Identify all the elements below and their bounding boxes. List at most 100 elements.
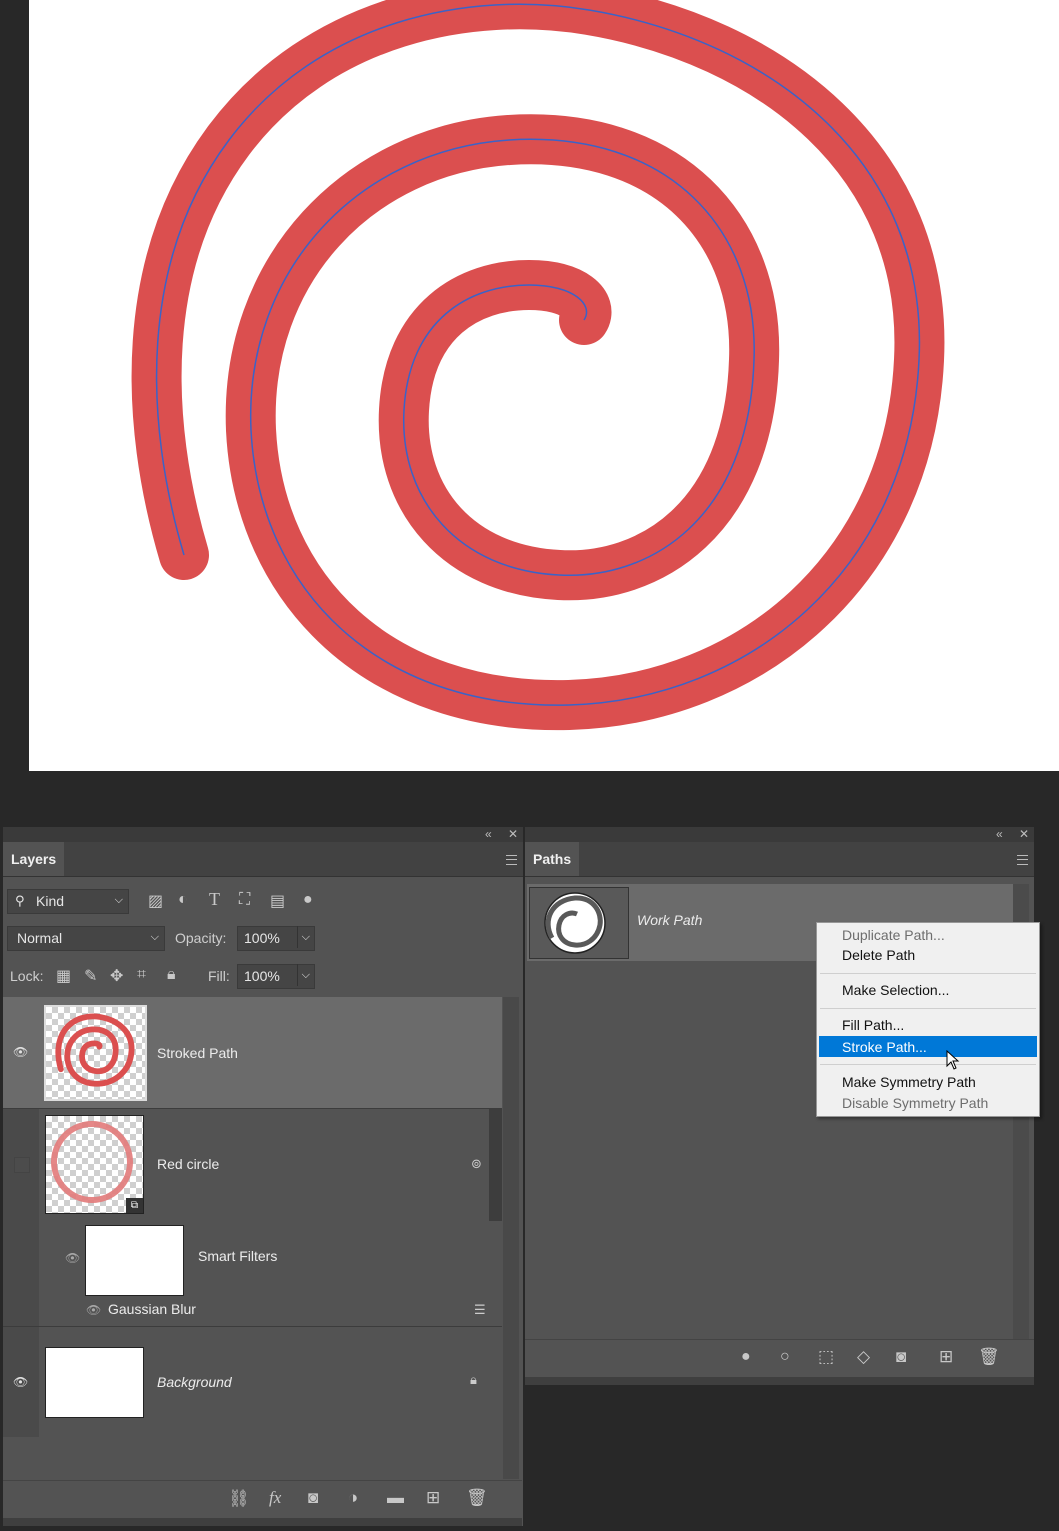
- opacity-field[interactable]: 100% ⌵: [237, 926, 315, 951]
- kind-filter-dropdown[interactable]: ⚲ Kind ⌵: [7, 889, 129, 914]
- path-name: Work Path: [637, 912, 703, 928]
- lock-all-icon[interactable]: 🔒︎: [167, 966, 176, 984]
- stroke-path-icon[interactable]: ○: [780, 1348, 790, 1366]
- layer-background[interactable]: 👁︎ Background 🔒︎: [3, 1326, 502, 1438]
- layer-thumbnail: [45, 1347, 144, 1418]
- new-layer-icon[interactable]: ⊞: [426, 1488, 440, 1508]
- image-filter-icon[interactable]: ▨: [148, 891, 163, 911]
- layers-bottom-toolbar: ⛓︎ fx ◙ ◑ ▬ ⊞ 🗑︎: [3, 1480, 522, 1519]
- collapse-icon[interactable]: «: [996, 828, 1003, 841]
- layers-resize-grip[interactable]: [3, 1518, 522, 1526]
- tab-layers[interactable]: Layers: [3, 842, 65, 876]
- layers-scrollbar[interactable]: [489, 997, 519, 1479]
- menu-item-stroke-path[interactable]: Stroke Path...: [842, 1039, 927, 1055]
- link-layers-icon[interactable]: ⛓︎: [228, 1489, 250, 1509]
- smart-filter-mask-thumbnail: [85, 1225, 184, 1296]
- make-work-path-icon[interactable]: ◇: [857, 1347, 870, 1367]
- lock-image-brush-icon[interactable]: ✎: [84, 966, 97, 986]
- fx-layer-style-icon[interactable]: fx: [269, 1488, 281, 1508]
- mouse-pointer-icon: [946, 1050, 960, 1070]
- lock-position-move-icon[interactable]: ✥: [110, 966, 123, 986]
- blend-mode-dropdown[interactable]: Normal ⌵: [7, 926, 165, 951]
- add-mask-icon[interactable]: ◙: [308, 1488, 318, 1508]
- tab-paths[interactable]: Paths: [525, 842, 580, 876]
- blend-mode-value: Normal: [17, 930, 63, 946]
- path-thumbnail: [529, 887, 629, 959]
- menu-item-disable-symmetry-path[interactable]: Disable Symmetry Path: [842, 1095, 988, 1111]
- kind-label: Kind: [36, 893, 65, 909]
- layer-thumbnail: ⧉: [45, 1115, 144, 1214]
- delete-layer-trash-icon[interactable]: 🗑︎: [466, 1488, 488, 1508]
- menu-item-duplicate-path[interactable]: Duplicate Path...: [842, 927, 945, 943]
- fill-path-icon[interactable]: ●: [741, 1348, 751, 1366]
- document-canvas[interactable]: [29, 0, 1059, 771]
- layer-name: Stroked Path: [157, 1045, 238, 1061]
- lock-icon[interactable]: 🔒︎: [470, 1372, 477, 1388]
- visibility-toggle-empty[interactable]: [14, 1157, 30, 1173]
- chevron-down-icon: ⌵: [150, 931, 159, 943]
- smart-filters-row[interactable]: 👁︎ Smart Filters: [3, 1222, 502, 1296]
- type-filter-icon[interactable]: T: [209, 889, 220, 910]
- stroked-spiral: [131, 0, 945, 731]
- load-path-as-selection-icon[interactable]: ⬚: [818, 1347, 834, 1367]
- menu-separator: [820, 1064, 1036, 1065]
- thumbnail-work-path-spiral: [544, 892, 606, 954]
- smart-object-badge-icon: ⧉: [126, 1198, 143, 1213]
- menu-item-fill-path[interactable]: Fill Path...: [842, 1017, 904, 1033]
- layer-name: Background: [157, 1374, 232, 1390]
- paths-panel-titlebar: « ✕: [525, 827, 1034, 842]
- panel-menu-icon[interactable]: [506, 855, 517, 865]
- fill-value: 100%: [244, 968, 280, 984]
- eye-visibility-icon[interactable]: 👁︎: [13, 1375, 28, 1389]
- chevron-down-icon[interactable]: ⌵: [296, 964, 310, 986]
- menu-item-delete-path[interactable]: Delete Path: [842, 947, 915, 963]
- layer-red-circle[interactable]: ⧉ Red circle ⊚ ⌃: [3, 1109, 502, 1221]
- menu-item-make-selection[interactable]: Make Selection...: [842, 982, 949, 998]
- add-mask-icon[interactable]: ◙: [896, 1347, 906, 1367]
- smart-object-filter-icon[interactable]: ▤: [270, 891, 285, 911]
- filter-toggle-icon[interactable]: ●: [303, 891, 313, 909]
- spiral-artwork: [131, 0, 945, 731]
- eye-visibility-icon[interactable]: 👁︎: [13, 1045, 28, 1059]
- new-group-folder-icon[interactable]: ▬: [387, 1488, 404, 1508]
- adjustment-filter-icon[interactable]: ◐: [178, 891, 188, 909]
- adjustment-layer-icon[interactable]: ◑: [348, 1488, 358, 1508]
- lock-label: Lock:: [10, 968, 44, 984]
- filter-blending-options-icon[interactable]: ☰: [474, 1302, 486, 1318]
- layer-thumbnail: [44, 1005, 147, 1101]
- filter-gaussian-blur[interactable]: 👁︎ Gaussian Blur ☰: [3, 1298, 502, 1325]
- layer-stroked-path[interactable]: 👁︎ Stroked Path: [3, 997, 502, 1109]
- smart-filter-link-icon[interactable]: ⊚: [471, 1156, 482, 1172]
- smart-filters-label: Smart Filters: [198, 1248, 278, 1264]
- collapse-icon[interactable]: «: [485, 828, 492, 841]
- fill-label: Fill:: [208, 968, 230, 984]
- filter-name: Gaussian Blur: [108, 1301, 196, 1317]
- close-icon[interactable]: ✕: [1019, 828, 1029, 841]
- close-icon[interactable]: ✕: [508, 828, 518, 841]
- paths-tab-bar: Paths: [525, 842, 1034, 877]
- menu-item-make-symmetry-path[interactable]: Make Symmetry Path: [842, 1074, 976, 1090]
- path-context-menu: Duplicate Path... Delete Path Make Selec…: [816, 922, 1040, 1117]
- eye-visibility-icon[interactable]: 👁︎: [65, 1251, 80, 1265]
- fill-field[interactable]: 100% ⌵: [237, 964, 315, 989]
- search-icon: ⚲: [15, 893, 25, 908]
- lock-transparent-icon[interactable]: ▦: [56, 966, 71, 986]
- chevron-down-icon: ⌵: [114, 894, 123, 906]
- eye-visibility-icon[interactable]: 👁︎: [86, 1303, 101, 1317]
- opacity-label: Opacity:: [175, 930, 227, 946]
- menu-separator: [820, 973, 1036, 974]
- opacity-value: 100%: [244, 930, 280, 946]
- menu-separator: [820, 1008, 1036, 1009]
- layers-panel-titlebar: « ✕: [3, 827, 523, 842]
- paths-resize-grip[interactable]: [525, 1377, 1034, 1385]
- panel-menu-icon[interactable]: [1017, 855, 1028, 865]
- chevron-down-icon[interactable]: ⌵: [296, 926, 310, 948]
- layers-tab-bar: Layers: [3, 842, 523, 877]
- shape-filter-icon[interactable]: ⛶: [239, 891, 250, 909]
- paths-bottom-toolbar: ● ○ ⬚ ◇ ◙ ⊞ 🗑︎: [525, 1339, 1034, 1378]
- thumbnail-spiral: [55, 1013, 135, 1087]
- layers-scrollbar-thumb[interactable]: [489, 1109, 502, 1221]
- new-path-icon[interactable]: ⊞: [939, 1347, 953, 1367]
- lock-artboard-icon[interactable]: ⌗: [137, 966, 146, 984]
- delete-path-trash-icon[interactable]: 🗑︎: [978, 1347, 1000, 1367]
